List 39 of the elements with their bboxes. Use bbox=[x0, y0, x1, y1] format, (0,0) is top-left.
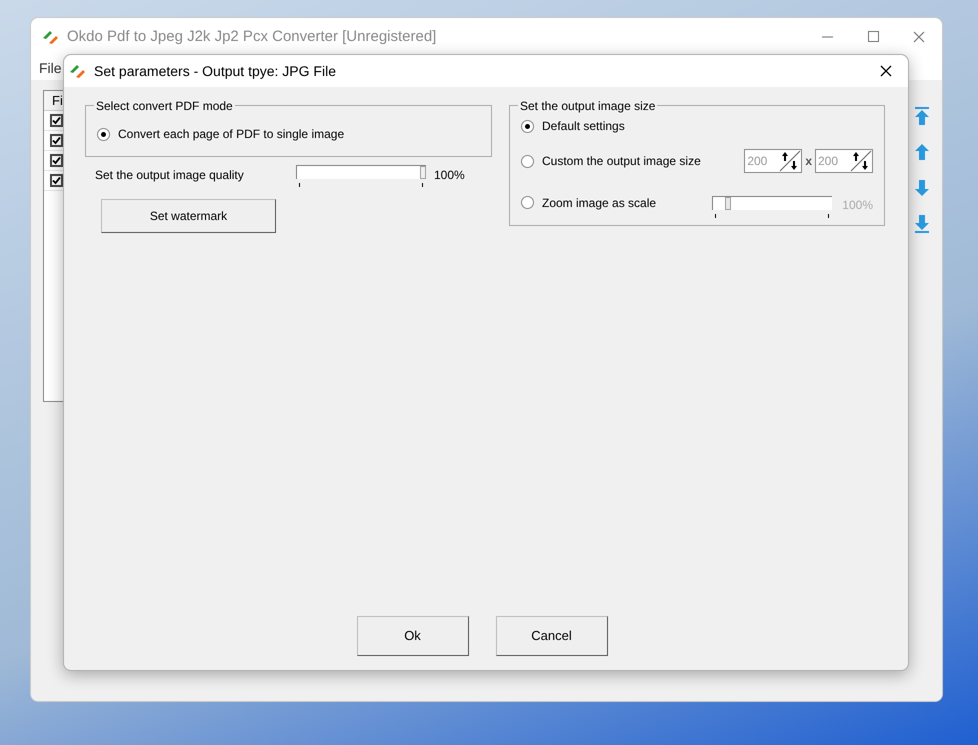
maximize-icon[interactable] bbox=[868, 31, 878, 42]
times-sign: x bbox=[805, 153, 812, 170]
slider-track[interactable] bbox=[296, 165, 426, 179]
app-logo-icon bbox=[68, 62, 88, 80]
row-checkbox[interactable] bbox=[50, 174, 63, 187]
row-checkbox[interactable] bbox=[50, 154, 63, 167]
radio-label: Custom the output image size bbox=[542, 153, 701, 170]
column-header: Fi bbox=[52, 92, 63, 110]
radio-label: Zoom image as scale bbox=[542, 194, 656, 212]
radio-button[interactable] bbox=[521, 154, 534, 168]
window-title: Okdo Pdf to Jpeg J2k Jp2 Pcx Converter [Unregistered] bbox=[67, 26, 436, 47]
radio-label: Default settings bbox=[542, 118, 625, 136]
slider-thumb[interactable] bbox=[420, 166, 426, 179]
up-down-arrows-icon[interactable] bbox=[850, 150, 872, 172]
scale-reading: 100% bbox=[842, 196, 873, 214]
row-checkbox[interactable] bbox=[50, 114, 63, 127]
menu-item[interactable]: File bbox=[39, 58, 62, 78]
move-bottom-icon[interactable] bbox=[914, 214, 930, 234]
slider-track[interactable] bbox=[712, 196, 832, 210]
quality-label: Set the output image quality bbox=[95, 167, 245, 184]
slider-thumb[interactable] bbox=[724, 196, 731, 210]
dialog-button[interactable]: Cancel bbox=[496, 616, 608, 656]
dialog-title: Set parameters - Output tpye: JPG File bbox=[94, 62, 336, 81]
spinner-value: 200 bbox=[817, 153, 840, 170]
close-icon[interactable] bbox=[880, 65, 892, 77]
up-down-arrows-icon[interactable] bbox=[779, 150, 802, 172]
move-down-icon[interactable] bbox=[914, 178, 930, 198]
move-top-icon[interactable] bbox=[914, 106, 930, 126]
radio-button[interactable] bbox=[521, 120, 534, 133]
app-logo-icon bbox=[41, 28, 61, 46]
spinner-value: 200 bbox=[746, 153, 768, 170]
dialog-button[interactable]: Ok bbox=[356, 616, 468, 656]
row-checkbox[interactable] bbox=[50, 134, 63, 147]
radio-button[interactable] bbox=[97, 128, 110, 140]
radio-label: Convert each page of PDF to single image bbox=[118, 126, 344, 143]
radio-button[interactable] bbox=[521, 196, 534, 210]
move-up-icon[interactable] bbox=[914, 142, 930, 162]
set-watermark-button[interactable]: Set watermark bbox=[101, 199, 276, 233]
quality-reading: 100% bbox=[434, 167, 465, 184]
